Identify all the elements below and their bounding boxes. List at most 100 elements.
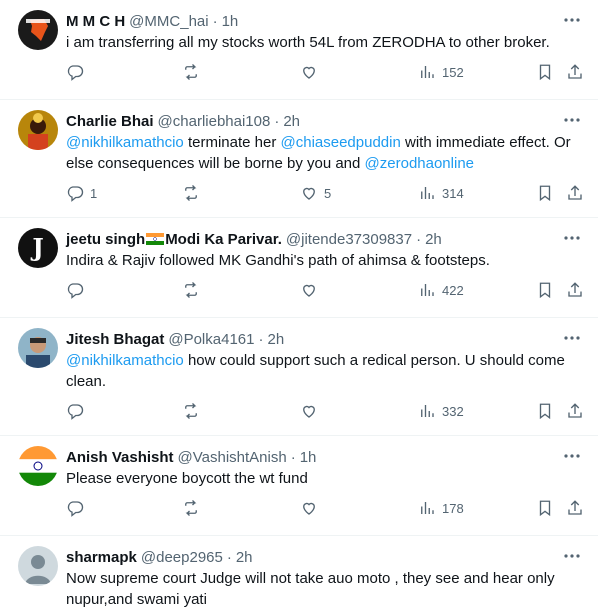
timestamp[interactable]: 2h [236, 549, 253, 566]
retweet-button[interactable] [182, 402, 206, 420]
bookmark-icon [539, 64, 551, 81]
like-button[interactable] [300, 499, 324, 517]
views-count: 152 [442, 64, 464, 80]
views-count: 178 [442, 500, 464, 516]
share-icon [568, 403, 582, 418]
more-icon[interactable] [562, 112, 582, 128]
more-icon[interactable] [562, 330, 582, 346]
reply-icon [67, 404, 84, 420]
views-button[interactable]: 332 [418, 402, 464, 420]
user-handle[interactable]: @VashishtAnish [178, 449, 287, 466]
mention-link[interactable]: @nikhilkamathcio [66, 352, 184, 369]
tweet[interactable]: sharmapk @deep2965 · 2h Now supreme cour… [0, 536, 598, 614]
like-button[interactable] [300, 63, 324, 81]
share-button[interactable] [566, 281, 584, 299]
avatar[interactable]: J [18, 228, 58, 268]
tweet[interactable]: Charlie Bhai @charliebhai108 · 2h @nikhi… [0, 100, 598, 218]
views-count: 422 [442, 282, 464, 298]
views-button[interactable]: 178 [418, 499, 464, 517]
reply-icon [67, 186, 84, 202]
avatar[interactable] [18, 10, 58, 50]
bookmark-button[interactable] [536, 184, 554, 202]
user-handle[interactable]: @deep2965 [141, 549, 223, 566]
tweet[interactable]: Jitesh Bhagat @Polka4161 · 2h @nikhilkam… [0, 318, 598, 436]
retweet-button[interactable] [182, 499, 206, 517]
views-icon [421, 405, 434, 417]
display-name[interactable]: sharmapk [66, 549, 137, 566]
separator: · [416, 230, 422, 248]
display-name[interactable]: jeetu singh [66, 231, 145, 248]
views-button[interactable]: 152 [418, 63, 464, 81]
separator: · [290, 448, 296, 466]
retweet-icon [185, 185, 197, 201]
display-name[interactable]: Jitesh Bhagat [66, 331, 164, 348]
retweet-button[interactable] [182, 63, 206, 81]
user-handle[interactable]: @charliebhai108 [158, 113, 271, 130]
like-button[interactable] [300, 281, 324, 299]
action-bar: 332 [66, 392, 582, 432]
reply-feed: M M C H @MMC_hai · 1h i am transferring … [0, 0, 598, 614]
more-icon[interactable] [562, 230, 582, 246]
mention-link[interactable]: @chiaseedpuddin [281, 134, 401, 151]
more-icon[interactable] [562, 448, 582, 464]
display-name-suffix[interactable]: Modi Ka Parivar. [165, 231, 282, 248]
retweet-icon [185, 500, 197, 516]
display-name[interactable]: M M C H [66, 13, 125, 30]
timestamp[interactable]: 2h [283, 113, 300, 130]
reply-button[interactable] [66, 499, 90, 517]
share-button[interactable] [566, 63, 584, 81]
like-button[interactable]: 5 [300, 184, 331, 202]
user-handle[interactable]: @jitende37309837 [286, 231, 412, 248]
avatar[interactable] [18, 446, 58, 486]
display-name[interactable]: Anish Vashisht [66, 449, 174, 466]
reply-button[interactable] [66, 63, 90, 81]
mention-link[interactable]: @nikhilkamathcio [66, 134, 184, 151]
separator: · [258, 330, 264, 348]
reply-button[interactable] [66, 402, 90, 420]
timestamp[interactable]: 1h [222, 13, 239, 30]
views-button[interactable]: 314 [418, 184, 464, 202]
tweet[interactable]: Anish Vashisht @VashishtAnish · 1h Pleas… [0, 436, 598, 536]
user-handle[interactable]: @MMC_hai [129, 13, 208, 30]
like-icon [303, 502, 315, 515]
share-icon [568, 282, 582, 297]
reply-icon [67, 65, 84, 81]
bookmark-button[interactable] [536, 281, 554, 299]
reply-button[interactable]: 1 [66, 184, 97, 202]
views-icon [421, 284, 434, 296]
like-icon [303, 187, 315, 200]
retweet-button[interactable] [182, 184, 206, 202]
views-icon [421, 502, 434, 514]
retweet-button[interactable] [182, 281, 206, 299]
tweet[interactable]: J jeetu singh Modi Ka Parivar. @jitende3… [0, 218, 598, 318]
views-count: 332 [442, 403, 464, 419]
share-button[interactable] [566, 499, 584, 517]
bookmark-icon [539, 403, 551, 420]
svg-text:J: J [30, 233, 43, 262]
bookmark-button[interactable] [536, 402, 554, 420]
like-button[interactable] [300, 402, 324, 420]
retweet-icon [185, 403, 197, 419]
bookmark-button[interactable] [536, 63, 554, 81]
timestamp[interactable]: 2h [425, 231, 442, 248]
timestamp[interactable]: 1h [300, 449, 317, 466]
reply-button[interactable] [66, 281, 90, 299]
mention-link[interactable]: @zerodhaonline [365, 155, 474, 172]
reply-icon [67, 501, 84, 517]
bookmark-button[interactable] [536, 499, 554, 517]
timestamp[interactable]: 2h [267, 331, 284, 348]
display-name[interactable]: Charlie Bhai [66, 113, 154, 130]
share-button[interactable] [566, 402, 584, 420]
tweet[interactable]: M M C H @MMC_hai · 1h i am transferring … [0, 0, 598, 100]
more-icon[interactable] [562, 548, 582, 564]
avatar[interactable] [18, 110, 58, 150]
retweet-icon [185, 282, 197, 298]
views-button[interactable]: 422 [418, 281, 464, 299]
like-icon [303, 405, 315, 418]
avatar[interactable] [18, 328, 58, 368]
avatar[interactable] [18, 546, 58, 586]
more-icon[interactable] [562, 12, 582, 28]
user-handle[interactable]: @Polka4161 [168, 331, 254, 348]
bookmark-icon [539, 500, 551, 517]
share-button[interactable] [566, 184, 584, 202]
